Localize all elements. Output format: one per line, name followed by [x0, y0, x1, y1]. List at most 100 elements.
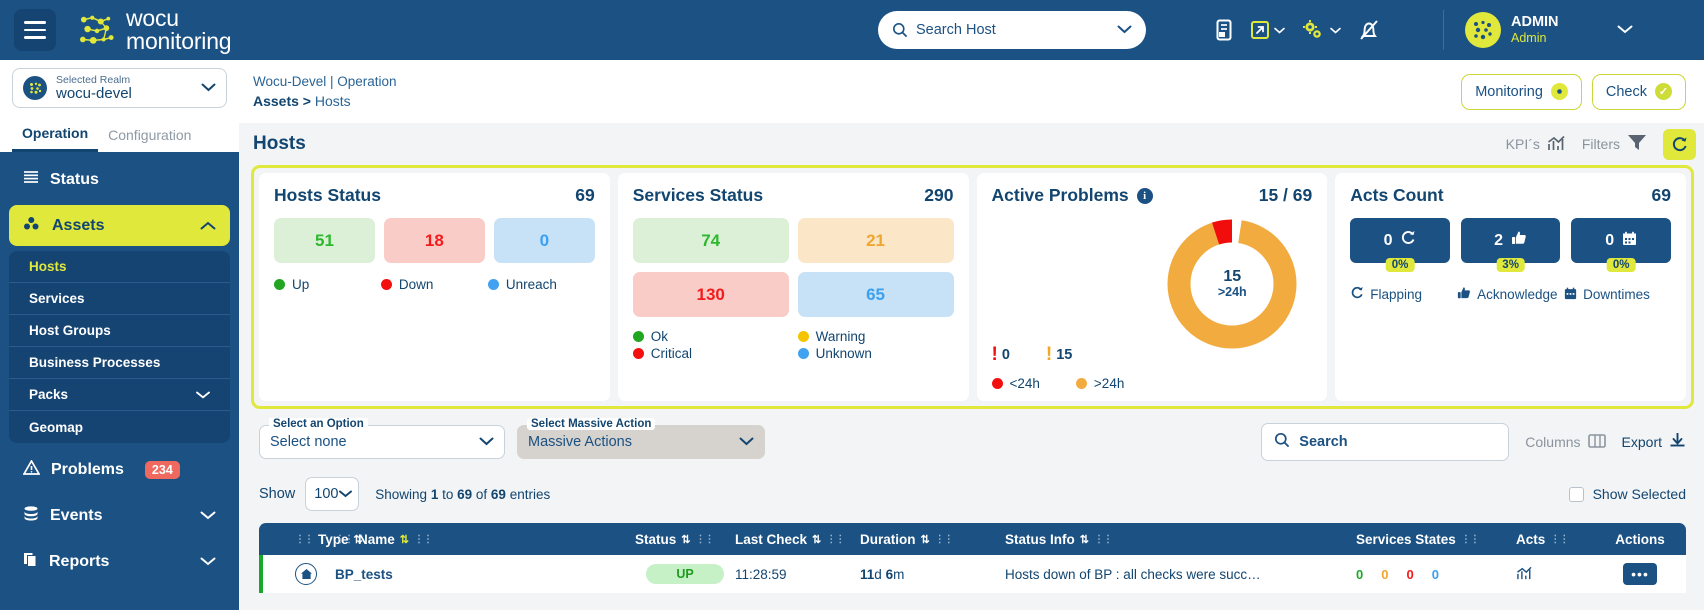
check-toggle-button[interactable]: Check ✓ [1591, 73, 1686, 110]
legend-flapping[interactable]: Flapping [1350, 286, 1457, 303]
th-name[interactable]: ⋮⋮ Name ⇅ ⋮⋮ [335, 532, 635, 547]
legend-label: Unreach [505, 277, 557, 292]
sidebar-item-problems[interactable]: Problems 234 [9, 449, 230, 490]
user-menu[interactable]: ADMIN Admin [1465, 0, 1633, 60]
drag-grip-icon[interactable]: ⋮⋮ [1550, 534, 1569, 545]
chart-bars-icon[interactable] [1516, 566, 1533, 583]
legend-acknowledge[interactable]: Acknowledge [1457, 286, 1564, 303]
act-tile-flapping[interactable]: 0 0% [1350, 218, 1450, 272]
drag-grip-icon[interactable]: ⋮⋮ [935, 534, 954, 545]
legend-unreach[interactable]: Unreach [487, 277, 595, 292]
show-selected-toggle[interactable]: Show Selected [1568, 486, 1686, 502]
flapping-icon [1350, 286, 1364, 303]
legend-critical[interactable]: Critical [632, 346, 789, 361]
sidebar-item-hosts[interactable]: Hosts [9, 251, 230, 283]
tile-up[interactable]: 51 [274, 218, 375, 263]
massive-action-dropdown[interactable]: Select Massive Action Massive Actions [517, 418, 765, 459]
th-duration[interactable]: Duration ⇅ ⋮⋮ [860, 532, 1005, 547]
legend-up[interactable]: Up [274, 277, 381, 292]
legend-ok[interactable]: Ok [632, 329, 789, 344]
drag-grip-icon[interactable]: ⋮⋮ [295, 534, 314, 545]
card-header: Acts Count 69 [1350, 185, 1671, 206]
host-name-link[interactable]: BP_tests [335, 567, 393, 582]
sort-icon[interactable]: ⇅ [921, 533, 930, 546]
show-selected-checkbox[interactable] [1568, 486, 1584, 502]
sidebar-item-assets[interactable]: Assets [9, 205, 230, 246]
tile-unknown[interactable]: 65 [797, 272, 954, 317]
tile-ok[interactable]: 74 [632, 218, 789, 263]
sort-icon[interactable]: ⇅ [1080, 533, 1089, 546]
sidebar-item-events[interactable]: Events [9, 495, 230, 536]
tile-warning[interactable]: 21 [797, 218, 954, 263]
info-icon[interactable]: i [1136, 187, 1153, 204]
book-icon[interactable] [1215, 19, 1234, 41]
chevron-down-icon [1617, 21, 1633, 39]
stat-lt24[interactable]: ! 0 [992, 345, 1010, 364]
row-actions-menu-button[interactable]: ••• [1623, 563, 1657, 585]
drag-grip-icon[interactable]: ⋮⋮ [1094, 534, 1113, 545]
th-last-check[interactable]: Last Check ⇅ ⋮⋮ [735, 532, 860, 547]
act-tile-acknowledge[interactable]: 2 3% [1460, 218, 1561, 272]
filters-label: Filters [1581, 136, 1620, 152]
chevron-down-icon [1117, 21, 1132, 39]
realm-selector[interactable]: Selected Realm wocu-devel [12, 68, 227, 108]
sort-icon-active[interactable]: ⇅ [400, 533, 409, 546]
legend-lt24[interactable]: <24h [991, 376, 1040, 391]
th-label: Services States [1356, 531, 1456, 547]
export-button[interactable]: Export [1622, 432, 1686, 452]
drag-grip-icon[interactable]: ⋮⋮ [695, 534, 714, 545]
tab-configuration[interactable]: Configuration [98, 117, 201, 152]
tile-down[interactable]: 18 [383, 218, 485, 263]
table-search-input[interactable]: Search [1261, 423, 1510, 461]
tab-operation[interactable]: Operation [12, 117, 99, 152]
sidebar-item-packs[interactable]: Packs [9, 379, 230, 411]
stat-gt24[interactable]: ! 15 [1046, 345, 1072, 364]
active-problems-body: ! 0 ! 15 15 >24h [992, 218, 1313, 368]
sidebar-item-reports[interactable]: Reports [9, 541, 230, 582]
search-host-input[interactable]: Search Host [878, 11, 1146, 49]
columns-button[interactable]: Columns [1525, 433, 1606, 452]
refresh-button[interactable] [1663, 128, 1696, 160]
card-total-count: 69 [575, 185, 595, 205]
legend-unknown[interactable]: Unknown [797, 346, 954, 361]
legend-gt24[interactable]: >24h [1075, 376, 1124, 391]
breadcrumb-parent[interactable]: Assets [253, 93, 299, 109]
sidebar-item-services[interactable]: Services [9, 283, 230, 315]
legend-down[interactable]: Down [380, 277, 488, 292]
legend-warning[interactable]: Warning [797, 329, 954, 344]
settings-gears-icon[interactable] [1301, 19, 1341, 42]
sort-icon[interactable]: ⇅ [812, 533, 821, 546]
legend-downtimes[interactable]: Downtimes [1564, 286, 1671, 303]
external-link-icon[interactable] [1250, 20, 1285, 40]
th-type[interactable]: ⋮⋮ Type ⇅ [259, 532, 363, 547]
th-status[interactable]: Status ⇅ ⋮⋮ [635, 532, 735, 547]
th-status-info[interactable]: Status Info ⇅ ⋮⋮ [1005, 532, 1356, 547]
select-option-dropdown[interactable]: Select an Option Select none [259, 418, 505, 459]
active-problems-legend: <24h >24h [991, 376, 1313, 391]
active-problems-donut-chart[interactable]: 15 >24h [1162, 214, 1302, 354]
drag-grip-icon[interactable]: ⋮⋮ [826, 534, 845, 545]
services-status-tiles: 74 21 130 65 [632, 218, 954, 317]
filters-button[interactable]: Filters [1582, 134, 1647, 154]
th-services-states[interactable]: Services States ⋮⋮ [1356, 532, 1516, 547]
sort-icon[interactable]: ⇅ [681, 533, 690, 546]
page-size-select[interactable]: 100 [305, 477, 360, 511]
brand-logo-area[interactable]: wocu monitoring [78, 6, 232, 54]
legend-label: Warning [815, 329, 866, 344]
th-acts[interactable]: Acts ⋮⋮ [1516, 532, 1594, 547]
act-tile-downtimes[interactable]: 0 0% [1571, 218, 1671, 272]
tile-unreach[interactable]: 0 [493, 218, 595, 263]
monitoring-toggle-button[interactable]: Monitoring [1461, 73, 1582, 110]
drag-grip-icon[interactable]: ⋮⋮ [335, 534, 354, 545]
sidebar-item-status[interactable]: Status [9, 159, 230, 200]
sidebar-item-host-groups[interactable]: Host Groups [9, 315, 230, 347]
notifications-muted-icon[interactable] [1357, 18, 1381, 42]
tile-critical[interactable]: 130 [632, 272, 789, 317]
drag-grip-icon[interactable]: ⋮⋮ [414, 534, 433, 545]
table-row[interactable]: BP_tests UP 11:28:59 11d 6m Hosts down o… [259, 555, 1686, 593]
hamburger-menu-button[interactable] [14, 9, 56, 51]
kpis-button[interactable]: KPI´s [1506, 135, 1566, 154]
drag-grip-icon[interactable]: ⋮⋮ [1461, 534, 1480, 545]
sidebar-item-geomap[interactable]: Geomap [9, 411, 230, 443]
sidebar-item-business-processes[interactable]: Business Processes [9, 347, 230, 379]
